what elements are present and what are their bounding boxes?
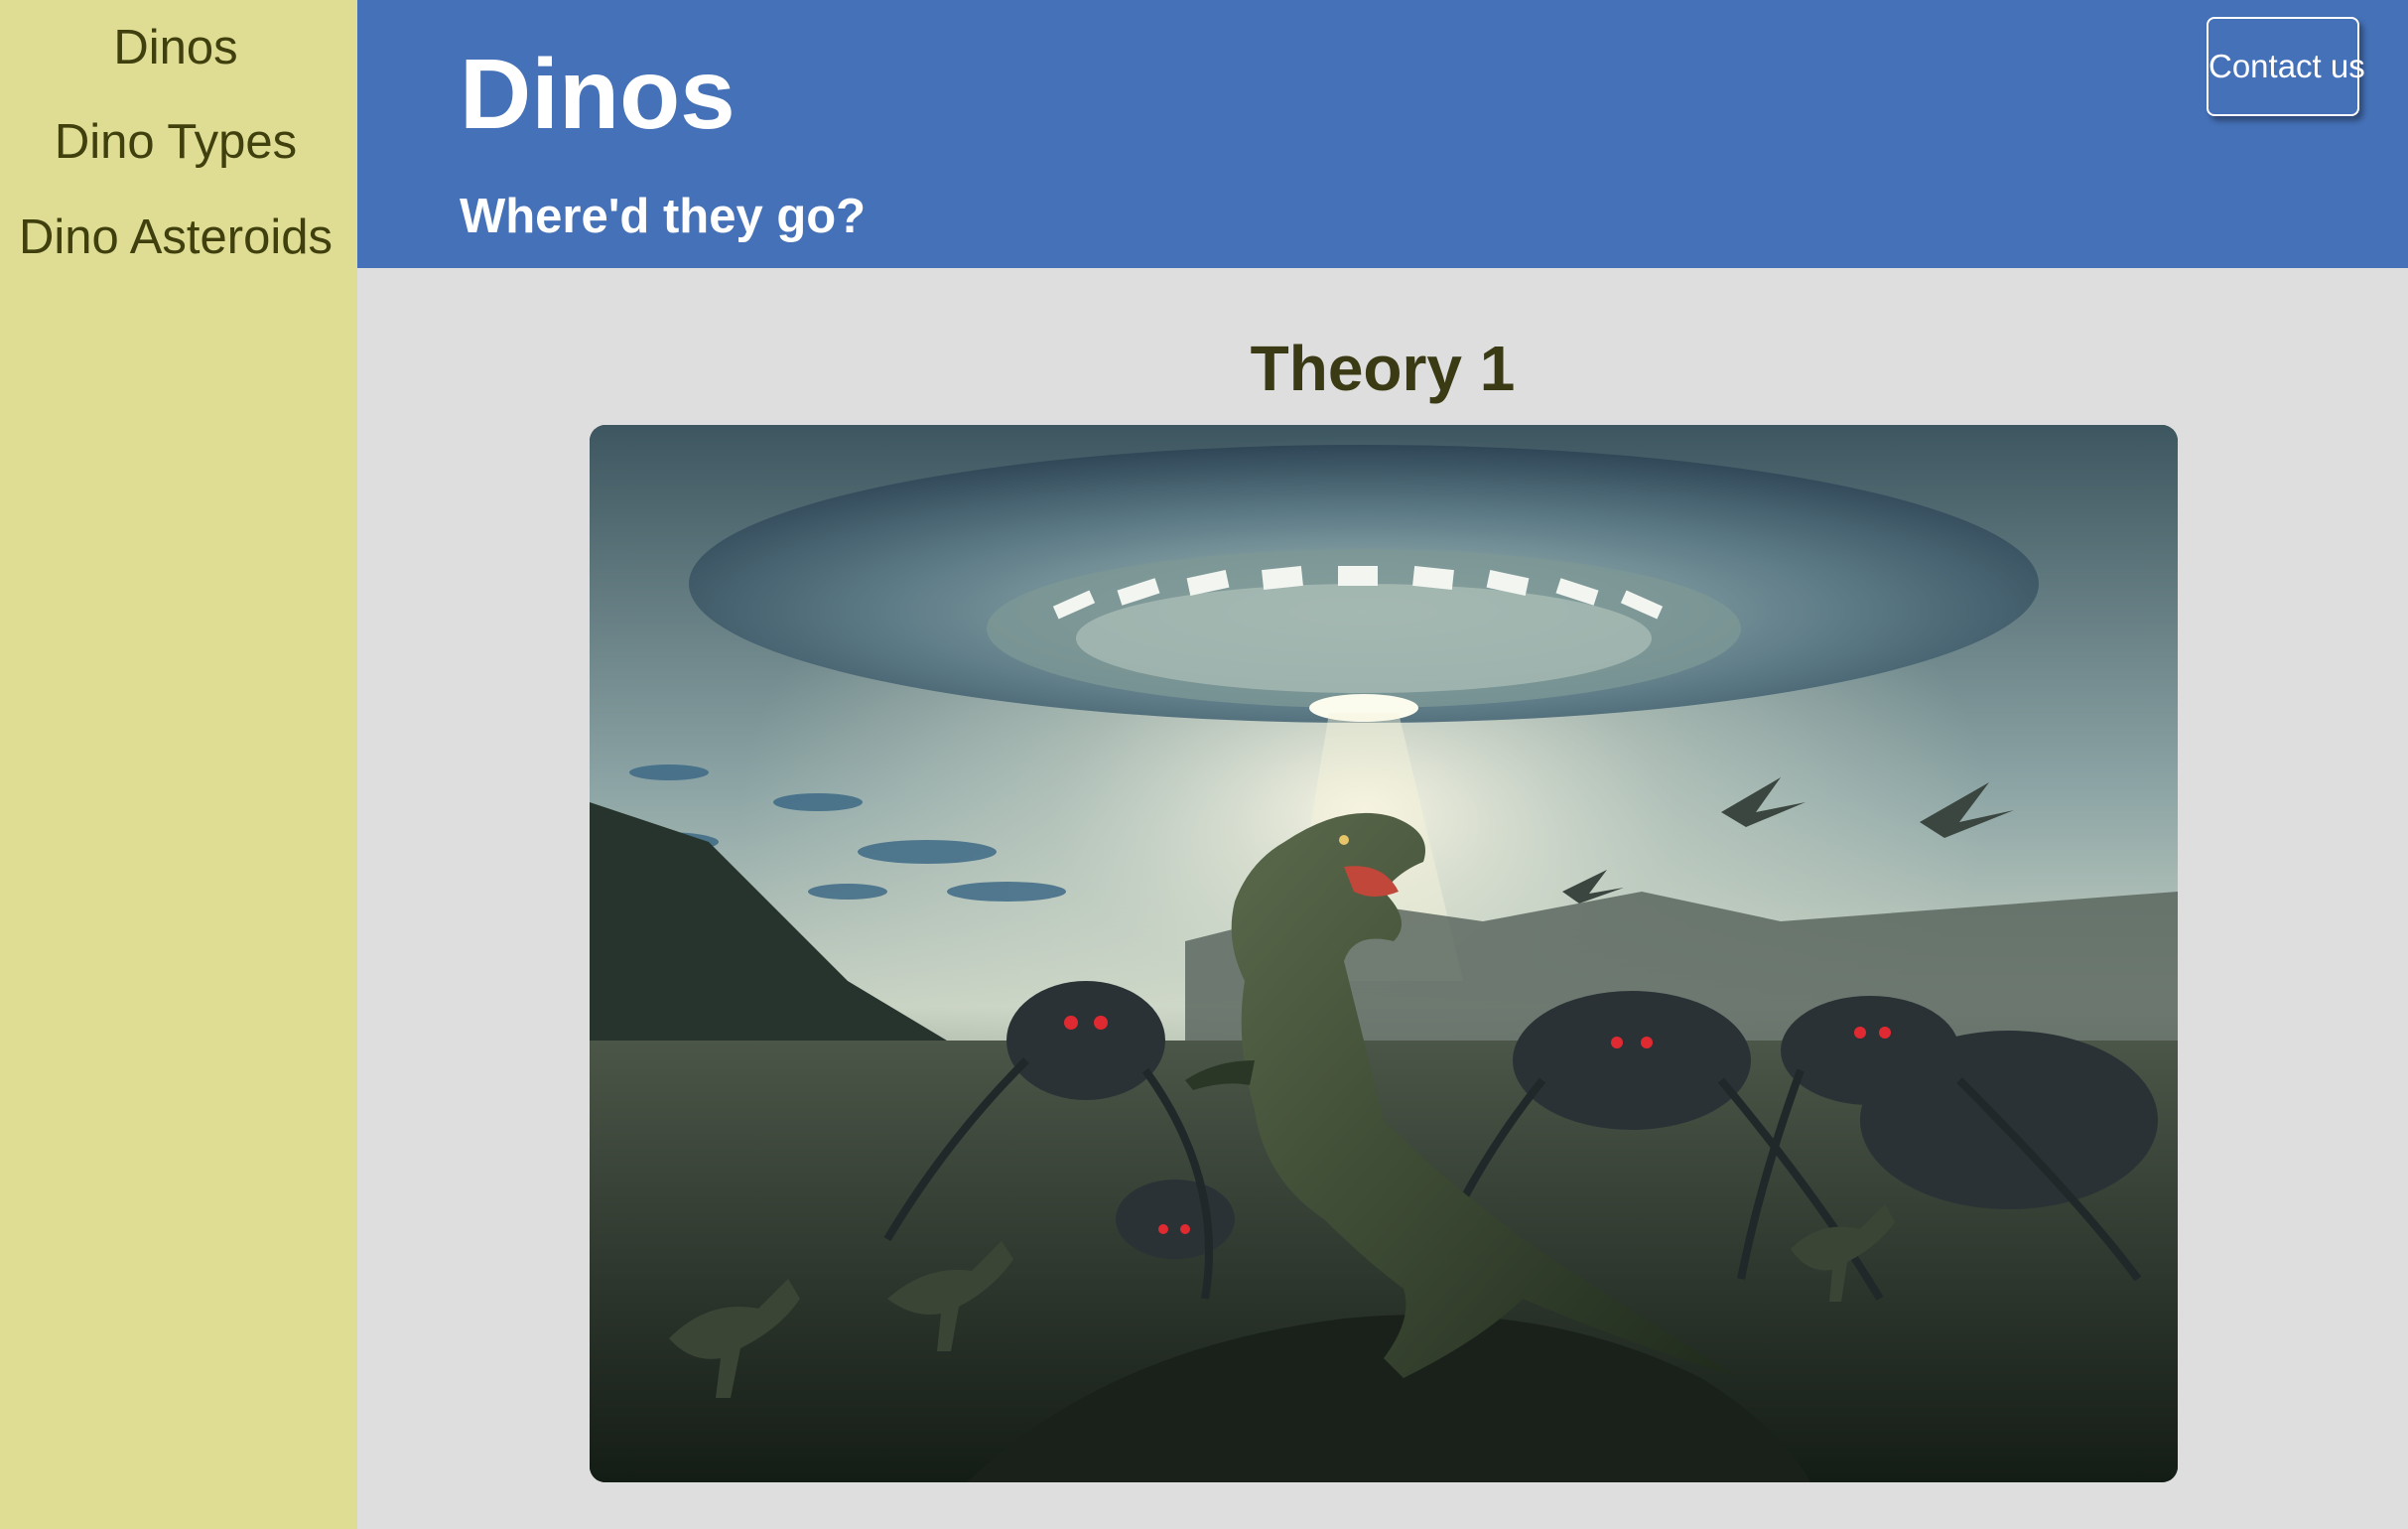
sidebar-item-dino-types[interactable]: Dino Types bbox=[0, 112, 351, 172]
site-subtitle: Where'd they go? bbox=[460, 190, 867, 243]
sidebar-item-dino-asteroids[interactable]: Dino Asteroids bbox=[0, 208, 351, 267]
sidebar-item-dinos[interactable]: Dinos bbox=[0, 18, 351, 77]
ufo-dinosaur-illustration bbox=[590, 425, 2178, 1482]
page-header: Dinos Where'd they go? Contact us bbox=[357, 0, 2408, 268]
site-title: Dinos bbox=[460, 39, 736, 150]
sidebar: Dinos Dino Types Dino Asteroids bbox=[0, 0, 357, 1529]
contact-us-button[interactable]: Contact us bbox=[2207, 17, 2365, 116]
theory-heading: Theory 1 bbox=[1250, 333, 1516, 404]
